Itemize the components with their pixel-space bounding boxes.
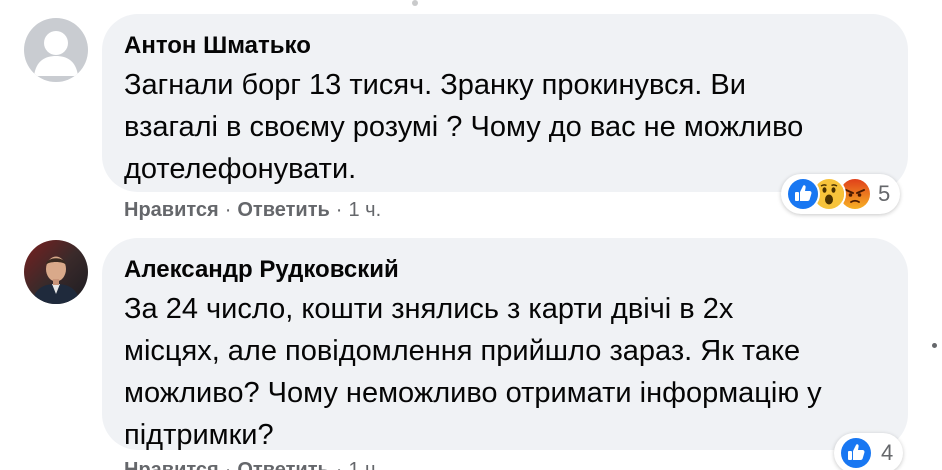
- like-link[interactable]: Нравится: [124, 459, 219, 470]
- comment-author[interactable]: Александр Рудковский: [124, 256, 882, 284]
- comment-text-line: взагалі в своєму розумі ? Чому до вас не…: [124, 111, 804, 143]
- comment-text-line: місцях, але повідомлення прийшло зараз. …: [124, 335, 801, 367]
- reply-link[interactable]: Ответить: [237, 199, 329, 221]
- comment-text-line: можливо? Чому неможливо отримати інформа…: [124, 377, 822, 409]
- like-link[interactable]: Нравится: [124, 199, 219, 221]
- reaction-count: 4: [881, 440, 894, 465]
- comment-bubble: Антон Шматько Загнали борг 13 тисяч. Зра…: [102, 14, 908, 192]
- comment-text: Загнали борг 13 тисяч. Зранку прокинувся…: [124, 64, 882, 190]
- like-icon: [839, 436, 873, 470]
- default-avatar-icon: [24, 18, 88, 82]
- comment-text-line: Загнали борг 13 тисяч. Зранку прокинувся…: [124, 69, 746, 101]
- user-photo-icon: [24, 240, 88, 304]
- separator: ·: [224, 199, 232, 221]
- avatar-default[interactable]: [24, 18, 88, 82]
- comment-text-line: дотелефонувати.: [124, 153, 357, 185]
- scroll-indicator: [932, 343, 937, 348]
- reactions-summary[interactable]: 4: [834, 433, 904, 470]
- comment-actions: Нравится · Ответить · 1 ч.: [124, 198, 381, 222]
- avatar-photo[interactable]: [24, 240, 88, 304]
- comment-timestamp[interactable]: 1 ч.: [348, 199, 381, 221]
- separator: ·: [335, 459, 343, 470]
- cut-off-indicator: [412, 0, 418, 6]
- reaction-count: 5: [878, 181, 891, 206]
- comment-text-line: підтримки?: [124, 419, 274, 451]
- comment-bubble: Александр Рудковский За 24 число, кошти …: [102, 238, 908, 451]
- separator: ·: [224, 459, 232, 470]
- comment-actions: Нравится · Ответить · 1 ч.: [124, 458, 381, 470]
- comment-text-line: За 24 число, кошти знялись з карти двічі…: [124, 293, 734, 325]
- comments-section: Антон Шматько Загнали борг 13 тисяч. Зра…: [0, 0, 942, 470]
- comment-timestamp[interactable]: 1 ч.: [348, 459, 381, 470]
- reactions-summary[interactable]: 5: [781, 174, 901, 214]
- like-icon: [786, 177, 820, 211]
- reply-link[interactable]: Ответить: [237, 459, 329, 470]
- separator: ·: [335, 199, 343, 221]
- comment-text: За 24 число, кошти знялись з карти двічі…: [124, 288, 882, 456]
- comment-author[interactable]: Антон Шматько: [124, 32, 882, 60]
